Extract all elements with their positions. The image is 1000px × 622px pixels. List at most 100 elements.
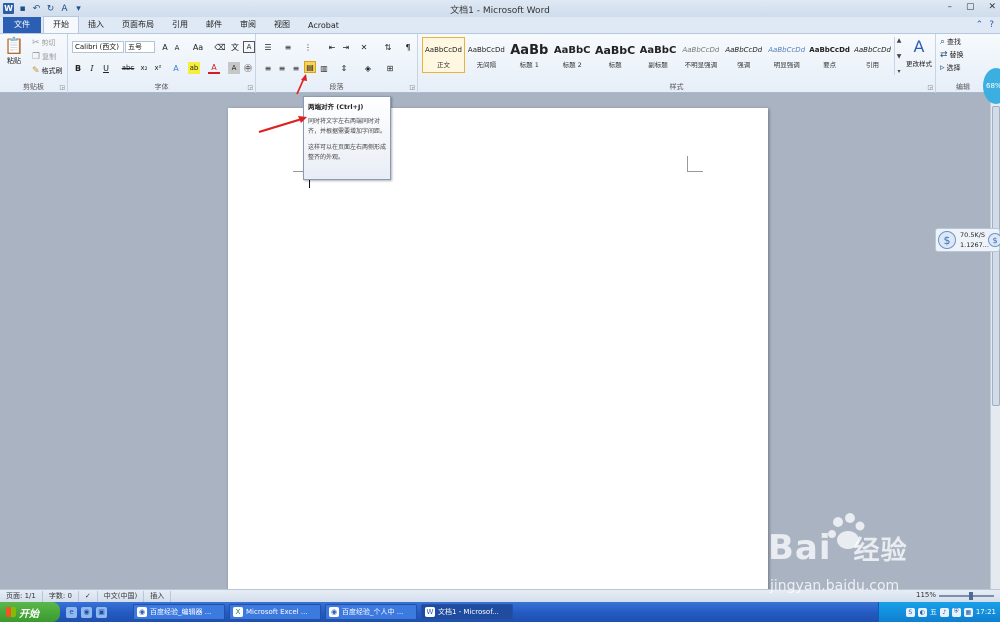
scroll-thumb[interactable] (992, 106, 1000, 406)
distributed-align-icon[interactable]: ▥ (318, 62, 330, 74)
style-subtle-emphasis[interactable]: AaBbCcDd 不明显强调 (679, 37, 722, 73)
grow-font-button[interactable]: A (159, 41, 171, 53)
find-button[interactable]: ⌕ 查找 (940, 37, 961, 47)
taskbar-item[interactable]: ◉ 百度经验_编辑器 ... (133, 604, 225, 620)
highlight-button[interactable]: ab (188, 62, 200, 74)
tab-references[interactable]: 引用 (163, 17, 197, 33)
text-effect-button[interactable]: A (170, 62, 182, 74)
underline-button[interactable]: U (100, 62, 112, 74)
enclose-char-icon[interactable]: ㊥ (242, 62, 254, 74)
tray-icon[interactable]: S (905, 607, 915, 617)
dialog-launcher-icon[interactable]: ◲ (59, 84, 65, 91)
proofing-status[interactable]: ✓ (79, 590, 98, 602)
paste-button[interactable]: 📋 粘贴 (4, 36, 24, 66)
page-count[interactable]: 页面: 1/1 (0, 590, 43, 602)
scroll-down-icon[interactable]: ▼ (897, 53, 902, 60)
style-emphasis[interactable]: AaBbCcDd 强调 (722, 37, 765, 73)
style-no-spacing[interactable]: AaBbCcDd 无间隔 (465, 37, 508, 73)
tab-page-layout[interactable]: 页面布局 (113, 17, 163, 33)
zoom-level[interactable]: 115% (916, 591, 936, 599)
font-size-select[interactable]: 五号 (125, 41, 155, 53)
shading-icon[interactable]: ◈ (362, 62, 374, 74)
bullets-icon[interactable]: ☰ (262, 41, 274, 53)
dollar-icon[interactable]: $ (988, 233, 1000, 247)
font-name-select[interactable]: Calibri (西文) (72, 41, 124, 53)
strikethrough-button[interactable]: abc (120, 62, 136, 74)
format-painter-button[interactable]: ✎ 格式刷 (32, 66, 63, 76)
phonetic-guide-icon[interactable]: 文 (229, 41, 241, 53)
change-styles-button[interactable]: A 更改样式 (904, 37, 934, 68)
ie-icon[interactable]: e (66, 606, 77, 618)
tab-review[interactable]: 审阅 (231, 17, 265, 33)
tab-acrobat[interactable]: Acrobat (299, 19, 348, 33)
char-border-button[interactable]: A (243, 41, 255, 53)
browser-icon[interactable]: ◉ (81, 606, 92, 618)
multilevel-list-icon[interactable]: ⋮ (302, 41, 314, 53)
zoom-knob[interactable] (969, 592, 973, 600)
tab-view[interactable]: 视图 (265, 17, 299, 33)
taskbar-item[interactable]: X Microsoft Excel ... (229, 604, 321, 620)
style-strong[interactable]: AaBbCcDd 要点 (808, 37, 851, 73)
char-shading-button[interactable]: A (228, 62, 240, 74)
dialog-launcher-icon[interactable]: ◲ (927, 84, 933, 91)
style-quote[interactable]: AaBbCcDd 引用 (851, 37, 894, 73)
line-spacing-icon[interactable]: ⇕ (338, 62, 350, 74)
tab-home[interactable]: 开始 (43, 16, 79, 33)
style-subtitle[interactable]: AaBbC 副标题 (637, 37, 680, 73)
tab-mailings[interactable]: 邮件 (197, 17, 231, 33)
dialog-launcher-icon[interactable]: ◲ (409, 84, 415, 91)
sort-icon[interactable]: ⇅ (382, 41, 394, 53)
style-heading-2[interactable]: AaBbC 标题 2 (551, 37, 594, 73)
collapse-ribbon-icon[interactable]: ⌃ (976, 20, 984, 30)
font-group-label: 字体 (154, 83, 169, 91)
dollar-icon[interactable]: $ (938, 231, 956, 249)
desktop-icon[interactable]: ▣ (96, 606, 107, 618)
minimize-icon[interactable]: – (947, 2, 952, 12)
replace-button[interactable]: ⇄ 替换 (940, 50, 964, 60)
clear-format-icon[interactable]: ⌫ (214, 41, 226, 53)
scroll-up-icon[interactable]: ▲ (897, 37, 902, 44)
shrink-font-button[interactable]: A (171, 42, 183, 54)
superscript-button[interactable]: x² (152, 62, 164, 74)
insert-mode[interactable]: 插入 (144, 590, 172, 602)
vertical-scrollbar[interactable] (990, 94, 1000, 589)
help-icon[interactable]: ? (989, 20, 994, 30)
gallery-scroll[interactable]: ▲ ▼ ▾ (894, 37, 903, 75)
chinese-layout-icon[interactable]: ✕ (358, 41, 370, 53)
show-marks-icon[interactable]: ¶ (402, 41, 414, 53)
copy-button[interactable]: ❐ 复制 (32, 52, 56, 62)
taskbar-item[interactable]: ◉ 百度经验_个人中 ... (325, 604, 417, 620)
style-title[interactable]: AaBbC 标题 (594, 37, 637, 73)
bold-button[interactable]: B (72, 62, 84, 74)
cut-button[interactable]: ✂ 剪切 (32, 38, 56, 48)
maximize-icon[interactable]: ▢ (966, 2, 975, 12)
select-button[interactable]: ▹ 选择 (940, 63, 961, 73)
taskbar-item-active[interactable]: W 文档1 - Microsof... (421, 604, 513, 620)
zoom-slider[interactable] (939, 592, 994, 600)
tab-file[interactable]: 文件 (3, 17, 41, 33)
numbering-icon[interactable]: ≡ (282, 41, 294, 53)
borders-icon[interactable]: ⊞ (384, 62, 396, 74)
change-case-button[interactable]: Aa (190, 41, 206, 53)
dialog-launcher-icon[interactable]: ◲ (247, 84, 253, 91)
style-normal[interactable]: AaBbCcDd 正文 (422, 37, 465, 73)
network-icon[interactable]: ▦ (963, 607, 973, 617)
ime-indicator[interactable]: 五 (930, 607, 937, 617)
volume-icon[interactable]: ♪ (939, 607, 949, 617)
start-button[interactable]: 开始 (0, 602, 60, 622)
close-icon[interactable]: ✕ (988, 2, 996, 12)
shield-icon[interactable]: ⛨ (951, 607, 961, 617)
style-intense-emphasis[interactable]: AaBbCcDd 明显强调 (765, 37, 808, 73)
subscript-button[interactable]: x₂ (138, 62, 150, 74)
gallery-more-icon[interactable]: ▾ (897, 68, 900, 75)
font-group: Calibri (西文) 五号 A A Aa ⌫ 文 A B I U abc x… (68, 34, 256, 93)
italic-button[interactable]: I (86, 62, 98, 74)
language-status[interactable]: 中文(中国) (98, 590, 145, 602)
increase-indent-icon[interactable]: ⇥ (340, 41, 352, 53)
style-heading-1[interactable]: AaBb 标题 1 (508, 37, 551, 73)
decrease-indent-icon[interactable]: ⇤ (326, 41, 338, 53)
font-color-button[interactable]: A (208, 62, 220, 74)
tray-icon[interactable]: ◐ (917, 607, 927, 617)
tab-insert[interactable]: 插入 (79, 17, 113, 33)
word-count[interactable]: 字数: 0 (43, 590, 79, 602)
